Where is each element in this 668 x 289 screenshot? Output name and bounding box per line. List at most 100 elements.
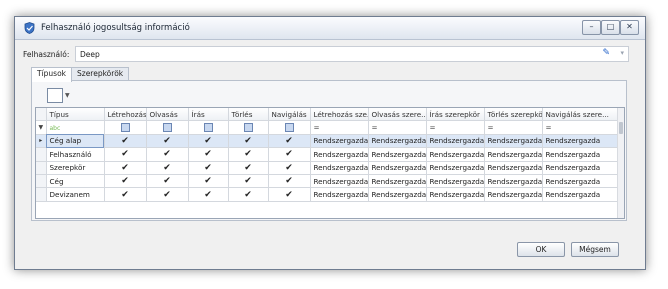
permission-checkbox[interactable]: ✔	[268, 147, 311, 162]
permission-checkbox[interactable]: ✔	[104, 161, 147, 175]
filter-cell[interactable]	[146, 120, 189, 135]
tab-tipusok[interactable]: Típusok	[31, 67, 73, 82]
column-header[interactable]: Törlés	[228, 108, 269, 122]
column-header[interactable]: Létrehozás sze...	[310, 108, 369, 122]
permission-checkbox[interactable]: ✔	[146, 187, 189, 202]
user-field[interactable]: Deep ✎ ▾	[75, 46, 629, 62]
permission-checkbox[interactable]: ✔	[146, 161, 189, 175]
permission-checkbox[interactable]: ✔	[104, 174, 147, 189]
role-cell[interactable]: Rendszergazda	[310, 134, 369, 149]
role-cell[interactable]: Rendszergazda	[426, 147, 485, 162]
filter-cell[interactable]: =	[542, 120, 619, 135]
column-header[interactable]: Törlés szerepkör	[484, 108, 543, 122]
filter-cell[interactable]: =	[310, 120, 369, 135]
role-cell[interactable]: Rendszergazda	[484, 134, 543, 149]
role-cell[interactable]: Rendszergazda	[542, 161, 619, 175]
permission-checkbox[interactable]: ✔	[228, 161, 269, 175]
role-cell[interactable]: Rendszergazda	[368, 174, 427, 189]
permission-checkbox[interactable]: ✔	[228, 147, 269, 162]
table-row[interactable]: Felhasználó ✔ ✔ ✔ ✔ ✔ Rendszergazda Rendszergaz…	[36, 147, 619, 162]
type-cell[interactable]: Cég	[46, 174, 105, 189]
column-header[interactable]: Írás szerepkör	[426, 108, 485, 122]
permission-checkbox[interactable]: ✔	[188, 161, 229, 175]
role-cell[interactable]: Rendszergazda	[310, 161, 369, 175]
column-header[interactable]: Navigálás szere...	[542, 108, 619, 122]
role-cell[interactable]: Rendszergazda	[426, 174, 485, 189]
role-cell[interactable]: Rendszergazda	[484, 187, 543, 202]
column-header[interactable]: Írás	[188, 108, 229, 122]
filter-cell[interactable]	[228, 120, 269, 135]
tab-szerepkorok[interactable]: Szerepkörök	[71, 67, 130, 81]
role-cell[interactable]: Rendszergazda	[426, 161, 485, 175]
role-cell[interactable]: Rendszergazda	[368, 134, 427, 149]
permission-checkbox[interactable]: ✔	[188, 187, 229, 202]
permission-checkbox[interactable]: ✔	[268, 161, 311, 175]
role-cell[interactable]: Rendszergazda	[484, 161, 543, 175]
grid-settings-icon[interactable]	[47, 88, 63, 103]
permission-checkbox[interactable]: ✔	[146, 134, 189, 149]
column-header[interactable]: Típus	[46, 108, 105, 122]
type-cell[interactable]: Felhasználó	[46, 147, 105, 162]
filter-cell[interactable]: =	[484, 120, 543, 135]
permission-checkbox[interactable]: ✔	[268, 187, 311, 202]
permission-checkbox[interactable]: ✔	[188, 134, 229, 149]
table-row[interactable]: Szerepkör ✔ ✔ ✔ ✔ ✔ Rendszergazda Rendszergazda…	[36, 161, 619, 175]
permission-checkbox[interactable]: ✔	[104, 147, 147, 162]
role-cell[interactable]: Rendszergazda	[542, 174, 619, 189]
table-row[interactable]: Devizanem ✔ ✔ ✔ ✔ ✔ Rendszergazda Rendszergazda…	[36, 187, 619, 202]
permission-checkbox[interactable]: ✔	[228, 174, 269, 189]
permission-checkbox[interactable]: ✔	[104, 134, 147, 149]
edit-icon[interactable]: ✎	[602, 48, 610, 58]
chevron-down-icon[interactable]: ▼	[65, 92, 70, 99]
permission-checkbox[interactable]: ✔	[228, 187, 269, 202]
column-header[interactable]: Létrehozás	[104, 108, 147, 122]
role-cell[interactable]: Rendszergazda	[310, 174, 369, 189]
permission-checkbox[interactable]: ✔	[228, 134, 269, 149]
role-cell[interactable]: Rendszergazda	[426, 187, 485, 202]
permission-checkbox[interactable]: ✔	[146, 147, 189, 162]
filter-cell[interactable]	[268, 120, 311, 135]
type-cell[interactable]: Szerepkör	[46, 161, 105, 175]
ok-button[interactable]: OK	[517, 242, 565, 257]
filter-cell[interactable]: =	[368, 120, 427, 135]
permission-checkbox[interactable]: ✔	[188, 174, 229, 189]
filter-cell[interactable]	[188, 120, 229, 135]
title-bar[interactable]: Felhasználó jogosultság információ – □ ✕	[15, 17, 645, 40]
filter-cell[interactable]	[104, 120, 147, 135]
role-cell[interactable]: Rendszergazda	[542, 147, 619, 162]
minimize-button[interactable]: –	[582, 20, 601, 35]
vertical-scrollbar[interactable]	[617, 108, 624, 218]
permission-checkbox[interactable]: ✔	[188, 147, 229, 162]
role-cell[interactable]: Rendszergazda	[310, 187, 369, 202]
role-cell[interactable]: Rendszergazda	[484, 174, 543, 189]
scrollbar-thumb[interactable]	[619, 122, 623, 134]
role-cell[interactable]: Rendszergazda	[484, 147, 543, 162]
checkmark-icon: ✔	[285, 189, 293, 200]
filter-cell[interactable]: abc	[46, 120, 105, 135]
maximize-button[interactable]: □	[601, 20, 620, 35]
column-header[interactable]: Olvasás szere...	[368, 108, 427, 122]
close-button[interactable]: ✕	[620, 20, 639, 35]
role-cell[interactable]: Rendszergazda	[368, 147, 427, 162]
role-cell[interactable]: Rendszergazda	[542, 134, 619, 149]
role-cell[interactable]: Rendszergazda	[542, 187, 619, 202]
permission-checkbox[interactable]: ✔	[146, 174, 189, 189]
type-cell[interactable]: Devizanem	[46, 187, 105, 202]
column-header[interactable]: Navigálás	[268, 108, 311, 122]
cancel-button[interactable]: Mégsem	[571, 242, 619, 257]
filter-cell[interactable]: =	[426, 120, 485, 135]
type-cell[interactable]: Cég alap	[46, 134, 105, 149]
role-cell[interactable]: Rendszergazda	[310, 147, 369, 162]
role-cell[interactable]: Rendszergazda	[368, 161, 427, 175]
table-row[interactable]: Cég ✔ ✔ ✔ ✔ ✔ Rendszergazda Rendszergazda Rendsz…	[36, 174, 619, 189]
table-row[interactable]: ▸ Cég alap ✔ ✔ ✔ ✔ ✔ Rendszergazda Rendszergazda…	[36, 134, 619, 149]
column-header[interactable]: Olvasás	[146, 108, 189, 122]
permissions-grid[interactable]: Típus Létrehozás Olvasás Írás Törlés Nav…	[35, 107, 625, 219]
permission-checkbox[interactable]: ✔	[268, 134, 311, 149]
role-cell[interactable]: Rendszergazda	[368, 187, 427, 202]
filter-check-icon	[284, 123, 294, 133]
permission-checkbox[interactable]: ✔	[268, 174, 311, 189]
role-cell[interactable]: Rendszergazda	[426, 134, 485, 149]
chevron-down-icon[interactable]: ▾	[620, 49, 624, 57]
permission-checkbox[interactable]: ✔	[104, 187, 147, 202]
